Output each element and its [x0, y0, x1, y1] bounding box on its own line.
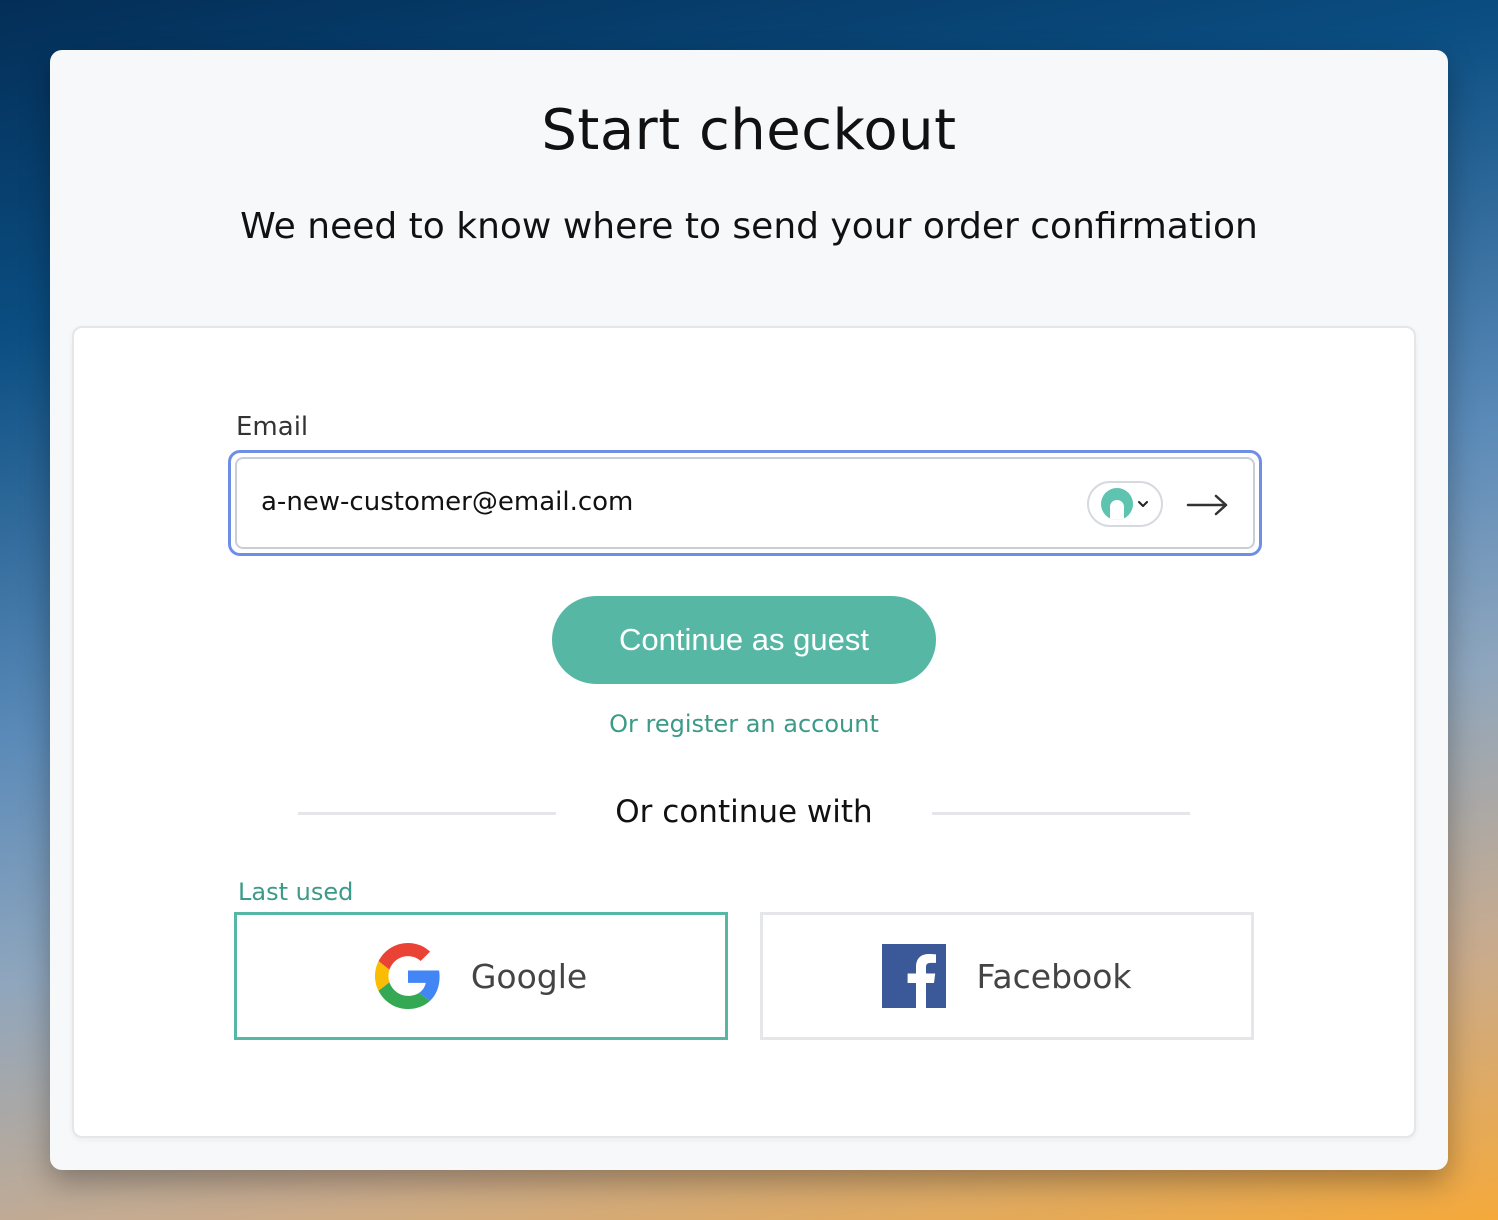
page-title: Start checkout [541, 98, 957, 163]
register-account-link[interactable]: Or register an account [74, 710, 1414, 738]
page-subtitle: We need to know where to send your order… [240, 206, 1258, 247]
continue-as-guest-label: Continue as guest [619, 622, 869, 657]
continue-as-guest-button[interactable]: Continue as guest [552, 596, 936, 684]
password-manager-button[interactable] [1087, 481, 1163, 527]
arrow-right-icon [1186, 494, 1228, 516]
last-used-label: Last used [238, 878, 354, 906]
email-input-value[interactable]: a-new-customer@email.com [261, 487, 633, 517]
email-label: Email [236, 412, 309, 442]
google-signin-button[interactable]: Google [234, 912, 728, 1040]
password-manager-icon [1101, 488, 1133, 520]
chevron-down-icon [1138, 501, 1148, 507]
google-g-icon [374, 943, 440, 1009]
checkout-card: Email a-new-customer@email.com Continue … [72, 326, 1416, 1138]
facebook-f-icon [882, 944, 947, 1008]
divider-line-right [932, 812, 1190, 815]
or-continue-with-label: Or continue with [615, 794, 873, 830]
email-field-focus-ring: a-new-customer@email.com [228, 450, 1262, 556]
checkout-panel: Start checkout We need to know where to … [50, 50, 1448, 1170]
facebook-signin-button[interactable]: Facebook [760, 912, 1254, 1040]
email-submit-button[interactable] [1183, 481, 1233, 529]
facebook-label: Facebook [976, 956, 1132, 996]
email-field[interactable]: a-new-customer@email.com [235, 457, 1255, 549]
google-label: Google [470, 956, 588, 996]
